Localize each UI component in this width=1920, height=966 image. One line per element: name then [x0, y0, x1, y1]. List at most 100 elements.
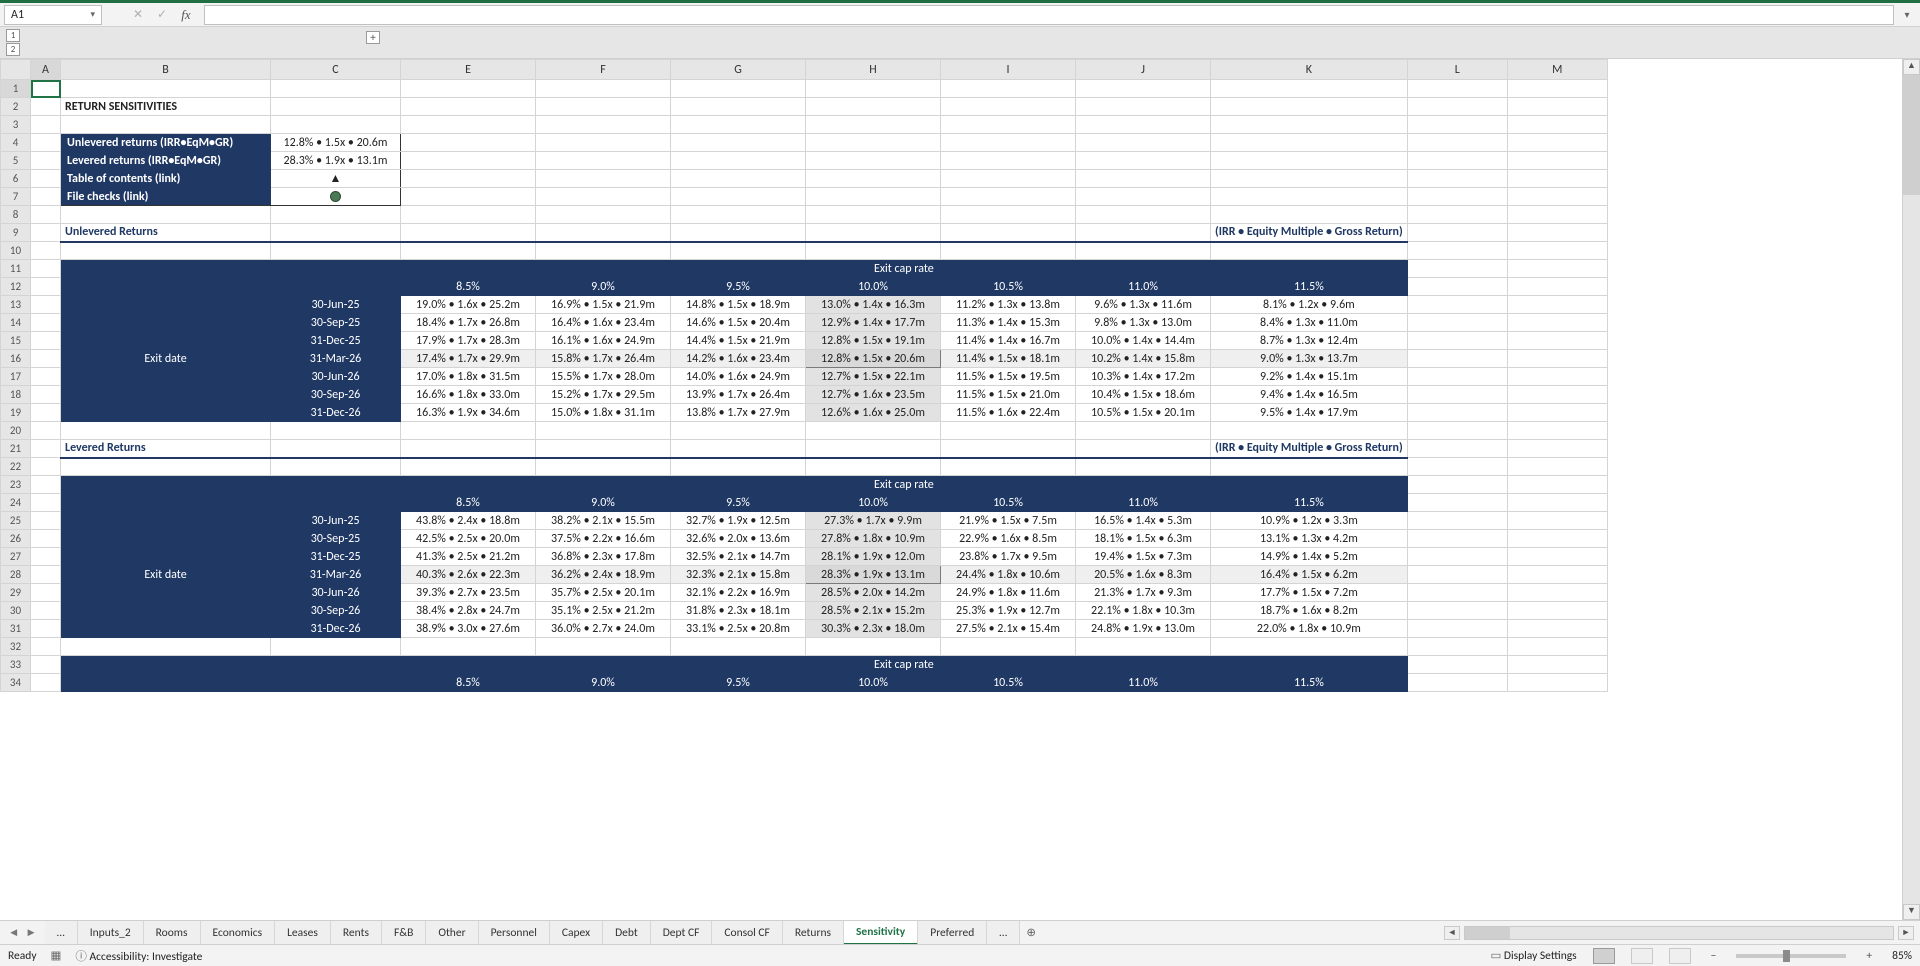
cell[interactable]	[536, 116, 671, 134]
cell[interactable]	[671, 206, 806, 224]
cell[interactable]	[1407, 548, 1507, 566]
cell[interactable]	[1407, 368, 1507, 386]
scroll-down-icon[interactable]: ▼	[1903, 904, 1920, 920]
cell[interactable]	[1507, 152, 1607, 170]
add-sheet-button[interactable]: ⊕	[1020, 925, 1042, 940]
cell[interactable]	[271, 116, 401, 134]
formula-enter-icon[interactable]: ✓	[152, 5, 172, 25]
cell[interactable]	[31, 116, 61, 134]
cell[interactable]	[1507, 458, 1607, 476]
cell[interactable]	[1507, 512, 1607, 530]
row-header[interactable]: 26	[1, 530, 31, 548]
cell[interactable]	[401, 116, 536, 134]
cell[interactable]	[806, 152, 941, 170]
cell[interactable]	[1407, 404, 1507, 422]
zoom-slider[interactable]	[1736, 954, 1846, 958]
cell[interactable]	[806, 206, 941, 224]
formula-input[interactable]	[204, 5, 1894, 25]
row-header[interactable]: 6	[1, 170, 31, 188]
cell[interactable]	[1507, 98, 1607, 116]
cell[interactable]	[536, 638, 671, 656]
cell[interactable]	[1407, 476, 1507, 494]
cell[interactable]	[61, 206, 271, 224]
cell[interactable]	[1507, 260, 1607, 278]
cell[interactable]	[1407, 656, 1507, 674]
cell[interactable]	[1076, 188, 1211, 206]
row-header[interactable]: 12	[1, 278, 31, 296]
cell[interactable]	[61, 242, 271, 260]
cell[interactable]	[1407, 188, 1507, 206]
cell[interactable]	[941, 134, 1076, 152]
cell[interactable]	[31, 404, 61, 422]
cell[interactable]	[1507, 134, 1607, 152]
cell[interactable]	[1407, 116, 1507, 134]
cell[interactable]	[31, 350, 61, 368]
cell[interactable]	[31, 242, 61, 260]
row-header[interactable]: 17	[1, 368, 31, 386]
sheet-tab[interactable]: Economics	[201, 921, 276, 945]
cell[interactable]	[671, 98, 806, 116]
cell[interactable]	[1076, 152, 1211, 170]
cell[interactable]	[1407, 134, 1507, 152]
cell[interactable]	[1507, 116, 1607, 134]
cell[interactable]	[31, 368, 61, 386]
cell[interactable]	[1211, 422, 1408, 440]
cell[interactable]	[671, 134, 806, 152]
cell[interactable]	[941, 152, 1076, 170]
cell[interactable]	[1076, 458, 1211, 476]
cell[interactable]	[271, 674, 401, 692]
cell[interactable]	[536, 242, 671, 260]
row-header[interactable]: 3	[1, 116, 31, 134]
cell[interactable]	[61, 674, 271, 692]
row-header[interactable]: 15	[1, 332, 31, 350]
cell[interactable]	[1507, 80, 1607, 98]
cell[interactable]	[31, 278, 61, 296]
cell[interactable]	[31, 422, 61, 440]
row-header[interactable]: 13	[1, 296, 31, 314]
cell[interactable]	[271, 458, 401, 476]
cell[interactable]	[1507, 548, 1607, 566]
cell[interactable]	[806, 170, 941, 188]
vertical-scroll-thumb[interactable]	[1903, 75, 1920, 195]
cell[interactable]	[1507, 188, 1607, 206]
cell[interactable]	[31, 548, 61, 566]
row-header[interactable]: 1	[1, 80, 31, 98]
cell[interactable]	[271, 80, 401, 98]
cell[interactable]	[61, 422, 271, 440]
cell[interactable]	[1407, 638, 1507, 656]
cell[interactable]	[1076, 98, 1211, 116]
column-header-I[interactable]: I	[941, 60, 1076, 80]
cell[interactable]	[941, 116, 1076, 134]
cell[interactable]	[1407, 260, 1507, 278]
row-header[interactable]: 21	[1, 440, 31, 458]
cell[interactable]	[271, 422, 401, 440]
cell[interactable]	[31, 638, 61, 656]
cell[interactable]	[401, 242, 536, 260]
cell[interactable]	[1407, 566, 1507, 584]
display-settings-button[interactable]: ▭ Display Settings	[1490, 948, 1576, 963]
cell[interactable]	[671, 242, 806, 260]
cell[interactable]	[806, 98, 941, 116]
sheet-tab[interactable]: Inputs_2	[78, 921, 144, 945]
cell[interactable]	[536, 440, 671, 458]
cell[interactable]	[1507, 476, 1607, 494]
cell[interactable]	[31, 494, 61, 512]
cell[interactable]	[671, 116, 806, 134]
cell[interactable]	[941, 98, 1076, 116]
cell[interactable]	[31, 512, 61, 530]
cell[interactable]	[1507, 350, 1607, 368]
cell[interactable]	[1211, 170, 1408, 188]
zoom-level[interactable]: 85%	[1892, 949, 1912, 963]
view-pagelayout-button[interactable]	[1631, 948, 1653, 964]
cell[interactable]	[401, 152, 536, 170]
cell[interactable]	[806, 116, 941, 134]
cell[interactable]	[941, 242, 1076, 260]
cell[interactable]	[536, 98, 671, 116]
row-header[interactable]: 23	[1, 476, 31, 494]
cell[interactable]	[1507, 620, 1607, 638]
cell[interactable]	[31, 98, 61, 116]
view-normal-button[interactable]	[1593, 948, 1615, 964]
cell[interactable]	[61, 638, 271, 656]
cell[interactable]	[941, 440, 1076, 458]
cell[interactable]	[1407, 242, 1507, 260]
